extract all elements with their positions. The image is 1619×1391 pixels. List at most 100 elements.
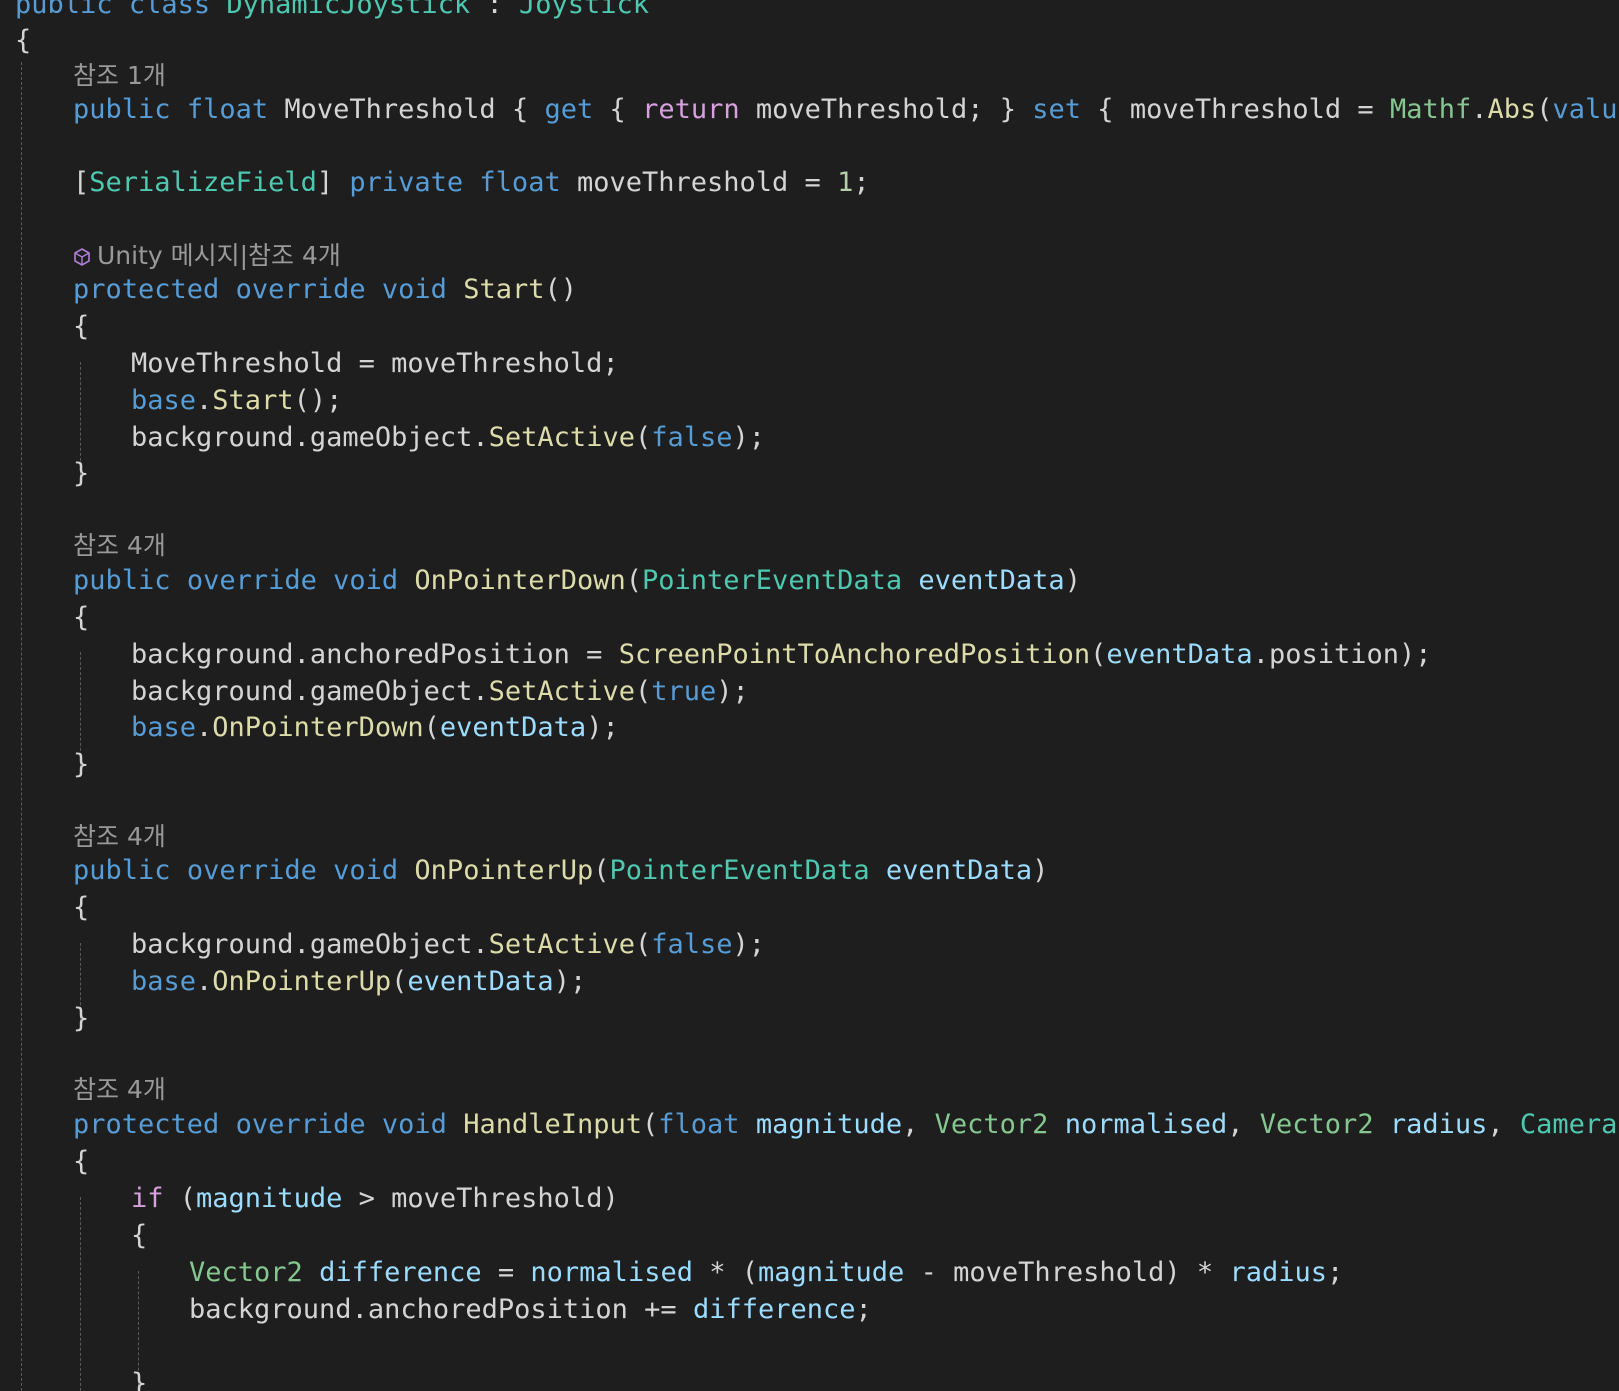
parameter: normalised (530, 1257, 693, 1288)
keyword: override (235, 1109, 366, 1140)
code-line-close-brace[interactable]: } (131, 1365, 147, 1391)
codelens-references[interactable]: 참조 4개 (73, 527, 166, 565)
keyword: protected (73, 1109, 220, 1140)
punctuation: { (131, 1220, 148, 1251)
keyword: void (333, 855, 399, 886)
code-line-serialize-field[interactable]: [SerializeField] private float moveThres… (73, 164, 870, 202)
code-line-pointer-down-signature[interactable]: public override void OnPointerDown(Point… (73, 562, 1081, 600)
code-line-property-move-threshold[interactable]: public float MoveThreshold { get { retur… (73, 91, 1619, 129)
control-keyword: if (131, 1183, 164, 1214)
code-line-set-active-false[interactable]: background.gameObject.SetActive(false); (131, 926, 765, 964)
keyword: true (651, 676, 717, 707)
codelens-references[interactable]: 참조 4개 (73, 818, 166, 856)
code-line-difference-declaration[interactable]: Vector2 difference = normalised * (magni… (189, 1254, 1343, 1292)
code-line-if-statement[interactable]: if (magnitude > moveThreshold) (131, 1180, 619, 1218)
parameter: magnitude (758, 1257, 905, 1288)
punctuation: { (511, 94, 529, 125)
keyword: get (544, 94, 594, 125)
identifier: background (189, 1294, 352, 1325)
punctuation: } (73, 458, 90, 489)
keyword: public (73, 94, 171, 125)
base-class-name: Joystick (518, 0, 650, 20)
parameter: radius (1229, 1257, 1327, 1288)
method-name: Abs (1487, 94, 1537, 125)
keyword: base (131, 712, 197, 743)
code-editor[interactable]: public class DynamicJoystick : Joystick … (0, 0, 1619, 1391)
punctuation: { (73, 311, 90, 342)
method-name: Start (212, 385, 294, 416)
identifier: anchoredPosition (309, 639, 570, 670)
code-line-class-open-brace[interactable]: { (15, 22, 31, 60)
code-line-class-declaration[interactable]: public class DynamicJoystick : Joystick (15, 0, 649, 24)
type-name: PointerEventData (609, 855, 870, 886)
method-name: SetActive (488, 422, 635, 453)
code-line-start-signature[interactable]: protected override void Start() (73, 271, 577, 309)
method-name: OnPointerDown (414, 565, 626, 596)
type-name: Vector2 (934, 1109, 1049, 1140)
code-line-close-brace[interactable]: } (73, 746, 89, 784)
method-name: OnPointerUp (414, 855, 594, 886)
keyword: void (381, 1109, 447, 1140)
code-line-close-brace[interactable]: } (73, 455, 89, 493)
type-name: PointerEventData (642, 565, 903, 596)
identifier: moveThreshold (953, 1257, 1165, 1288)
keyword: false (651, 422, 733, 453)
punctuation: } (131, 1368, 148, 1391)
identifier: background (131, 676, 294, 707)
punctuation: : (470, 0, 519, 20)
codelens-references[interactable]: 참조 4개 (73, 1071, 166, 1109)
keyword: public (73, 855, 171, 886)
parameter: eventData (885, 855, 1033, 886)
method-name: OnPointerUp (212, 966, 392, 997)
code-line-pointer-up-signature[interactable]: public override void OnPointerUp(Pointer… (73, 852, 1048, 890)
code-line-set-anchored-position[interactable]: background.anchoredPosition = ScreenPoin… (131, 636, 1432, 674)
punctuation: { (1097, 94, 1114, 125)
keyword: float (658, 1109, 740, 1140)
indent-guide-handle-input (80, 1197, 81, 1391)
parameter: eventData (439, 712, 587, 743)
type-name: Mathf (1389, 94, 1472, 125)
code-line-close-brace[interactable]: } (73, 1000, 89, 1038)
identifier: MoveThreshold (131, 348, 343, 379)
local-variable: difference (319, 1257, 482, 1288)
punctuation: { (73, 1146, 90, 1177)
punctuation: { (73, 602, 90, 633)
parameter: magnitude (196, 1183, 343, 1214)
indent-guide-class (21, 62, 22, 1391)
keyword: float (186, 94, 269, 125)
parameter: magnitude (755, 1109, 903, 1140)
method-name: SetActive (488, 929, 635, 960)
keyword: override (186, 855, 317, 886)
code-line-open-brace[interactable]: { (73, 889, 89, 927)
keyword: override (235, 274, 366, 305)
code-line-base-pointer-up[interactable]: base.OnPointerUp(eventData); (131, 963, 586, 1001)
code-line-open-brace[interactable]: { (73, 308, 89, 346)
code-line-base-start[interactable]: base.Start(); (131, 382, 342, 420)
keyword: base (131, 385, 197, 416)
identifier: moveThreshold (1129, 94, 1342, 125)
code-line-set-active-true[interactable]: background.gameObject.SetActive(true); (131, 673, 749, 711)
code-line-handle-input-signature[interactable]: protected override void HandleInput(floa… (73, 1106, 1619, 1144)
identifier: gameObject (309, 422, 473, 453)
codelens-references[interactable]: 참조 1개 (73, 57, 166, 95)
parameter: normalised (1064, 1109, 1228, 1140)
codelens-unity-message[interactable]: Unity 메시지|참조 4개 (73, 237, 341, 275)
code-line-base-pointer-down[interactable]: base.OnPointerDown(eventData); (131, 709, 619, 747)
method-name: OnPointerDown (212, 712, 424, 743)
code-line-open-brace[interactable]: { (73, 599, 89, 637)
code-line-open-brace[interactable]: { (131, 1217, 147, 1255)
keyword: public (73, 565, 171, 596)
identifier: anchoredPosition (367, 1294, 628, 1325)
punctuation: { (609, 94, 626, 125)
code-line-assign-move-threshold[interactable]: MoveThreshold = moveThreshold; (131, 345, 619, 383)
code-line-add-difference[interactable]: background.anchoredPosition += differenc… (189, 1291, 872, 1329)
punctuation: { (73, 892, 90, 923)
code-line-open-brace[interactable]: { (73, 1143, 89, 1181)
punctuation: } (73, 749, 90, 780)
codelens-text: 참조 4개 (73, 531, 166, 560)
code-line-set-active-false[interactable]: background.gameObject.SetActive(false); (131, 419, 765, 457)
keyword: base (131, 966, 197, 997)
punctuation: } (999, 94, 1016, 125)
identifier: position (1268, 639, 1399, 670)
keyword: protected (73, 274, 220, 305)
